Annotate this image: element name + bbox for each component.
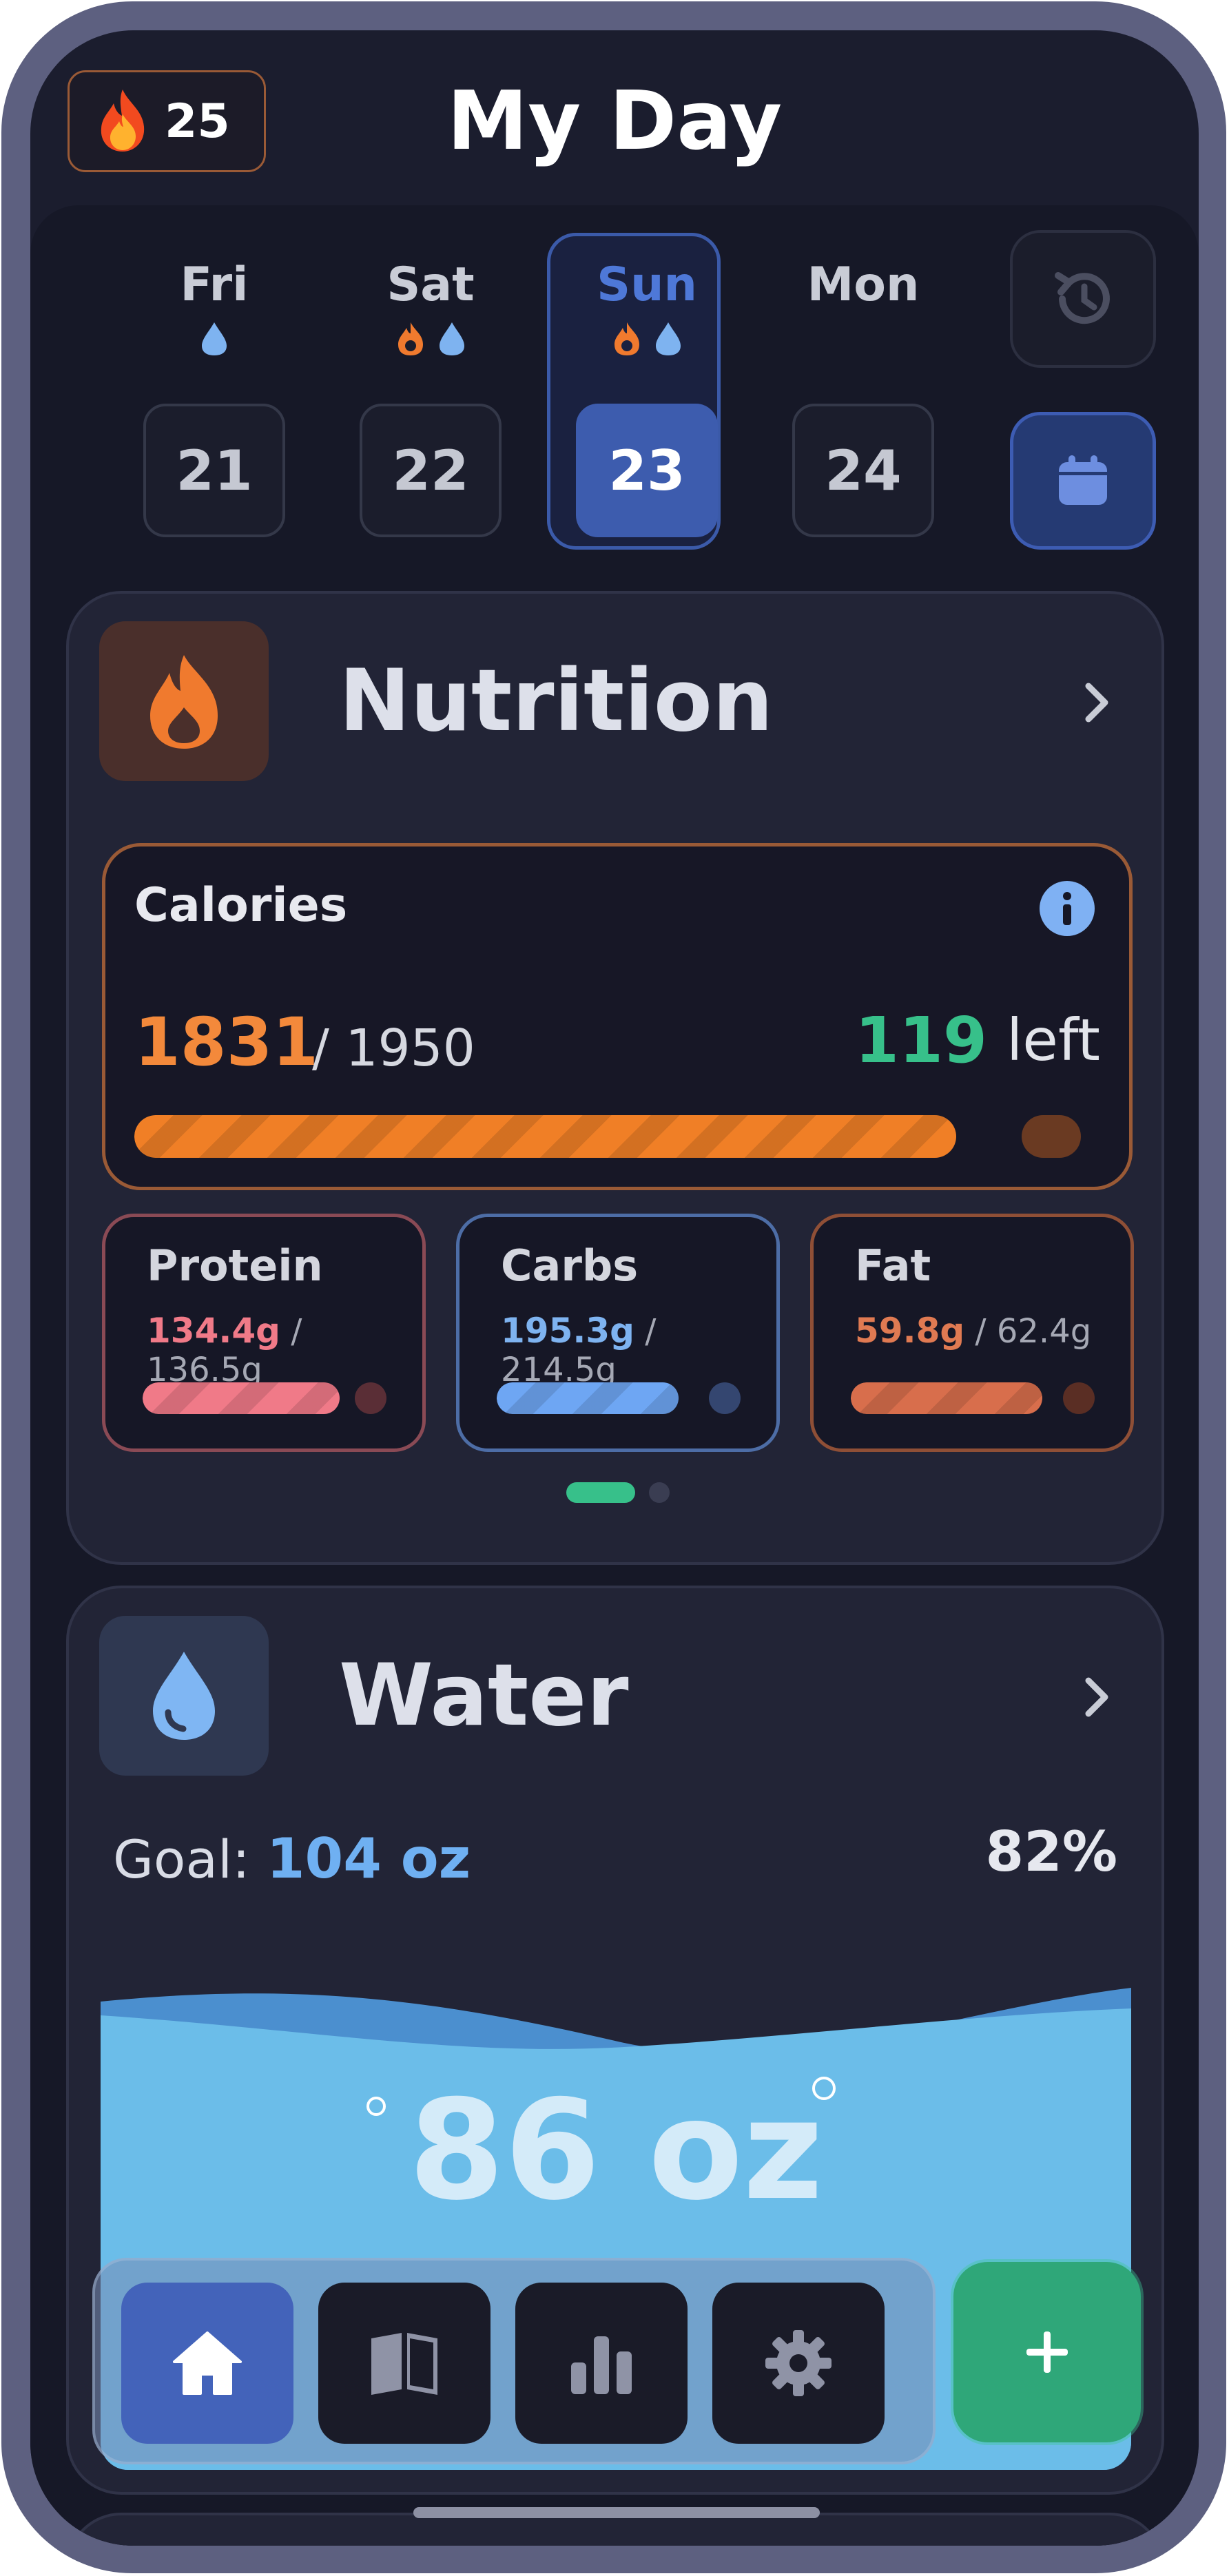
macro-value: 195.3g (501, 1311, 634, 1351)
page-dot-active[interactable] (566, 1482, 635, 1503)
nutrition-title: Nutrition (339, 652, 774, 751)
carbs-bar-end (709, 1382, 741, 1414)
protein-bar-end (355, 1382, 386, 1414)
water-drop-icon (99, 1616, 269, 1776)
calories-left-value: 119 (854, 1004, 987, 1077)
page-title: My Day (446, 73, 783, 168)
book-icon (371, 2333, 437, 2395)
macro-values: 134.4g / 136.5g (147, 1311, 422, 1389)
carbs-progress-fill (497, 1382, 679, 1414)
fat-bar-end (1063, 1382, 1095, 1414)
nav-journal[interactable] (318, 2283, 490, 2444)
screen: 25 My Day Fri 21 Sat 22 Sun 23 Mon 24 Nu… (30, 30, 1199, 2546)
nav-settings[interactable] (712, 2283, 885, 2444)
macro-values: 59.8g / 62.4g (855, 1311, 1091, 1351)
day-date-button[interactable]: 23 (576, 404, 718, 537)
gear-icon (765, 2330, 832, 2396)
carbs-card[interactable]: Carbs 195.3g / 214.5g (456, 1214, 780, 1452)
calories-goal: / 1950 (312, 1019, 475, 1078)
macro-values: 195.3g / 214.5g (501, 1311, 776, 1389)
history-icon (1055, 272, 1110, 324)
macro-value: 134.4g (147, 1311, 280, 1351)
water-goal: Goal: 104 oz (113, 1827, 471, 1891)
plus-icon (1026, 2331, 1068, 2373)
day-name: Mon (807, 258, 920, 312)
water-drop-icon (440, 322, 464, 355)
calories-panel[interactable]: Calories 1831 / 1950 119 left (102, 843, 1133, 1190)
macro-name: Carbs (501, 1240, 639, 1291)
phone-frame: 25 My Day Fri 21 Sat 22 Sun 23 Mon 24 Nu… (1, 1, 1226, 2573)
water-drop-icon (202, 322, 227, 355)
bottom-nav (92, 2258, 936, 2464)
chevron-right-icon[interactable] (1083, 681, 1111, 725)
home-indicator (413, 2507, 820, 2518)
nutrition-card[interactable]: Nutrition Calories 1831 / 1950 119 left … (66, 591, 1164, 1565)
day-date-button[interactable]: 22 (360, 404, 502, 537)
nutrition-flame-icon (99, 621, 269, 781)
day-date-button[interactable]: 21 (143, 404, 285, 537)
calories-left-label: left (1006, 1006, 1100, 1074)
calories-bar-end (1022, 1115, 1081, 1158)
chevron-right-icon[interactable] (1083, 1675, 1111, 1719)
protein-progress-bar (143, 1382, 342, 1414)
macro-name: Protein (147, 1240, 323, 1291)
flame-icon (614, 322, 639, 355)
nav-home[interactable] (121, 2283, 293, 2444)
day-name: Fri (180, 258, 249, 312)
info-icon[interactable] (1038, 880, 1096, 937)
calories-progress-fill (134, 1115, 956, 1158)
day-name: Sat (386, 258, 475, 312)
home-icon (173, 2331, 242, 2395)
bar-chart-icon (571, 2336, 632, 2394)
history-button[interactable] (1010, 230, 1156, 368)
page-indicator (69, 1482, 1167, 1503)
fat-progress-fill (851, 1382, 1042, 1414)
calories-progress-bar (134, 1115, 1009, 1158)
macro-value: 59.8g (855, 1311, 965, 1351)
water-goal-value: 104 oz (266, 1827, 471, 1891)
day-name: Sun (597, 258, 697, 312)
add-button[interactable] (953, 2262, 1141, 2442)
fat-progress-bar (851, 1382, 1051, 1414)
calories-consumed: 1831 (134, 1004, 319, 1081)
protein-card[interactable]: Protein 134.4g / 136.5g (102, 1214, 426, 1452)
water-title: Water (339, 1646, 629, 1745)
water-goal-label: Goal: (113, 1829, 250, 1890)
calories-label: Calories (134, 878, 348, 933)
calendar-icon (1059, 455, 1107, 505)
water-percent: 82% (985, 1820, 1117, 1884)
calendar-button[interactable] (1010, 412, 1156, 550)
day-date-button[interactable]: 24 (792, 404, 934, 537)
macro-name: Fat (855, 1240, 931, 1291)
macro-goal: / 62.4g (975, 1312, 1092, 1351)
carbs-progress-bar (497, 1382, 696, 1414)
page-dot[interactable] (649, 1482, 670, 1503)
water-amount: 86 oz (409, 2070, 823, 2231)
flame-icon (398, 322, 423, 355)
nav-stats[interactable] (515, 2283, 688, 2444)
water-drop-icon (656, 322, 681, 355)
fat-card[interactable]: Fat 59.8g / 62.4g (810, 1214, 1134, 1452)
protein-progress-fill (143, 1382, 340, 1414)
